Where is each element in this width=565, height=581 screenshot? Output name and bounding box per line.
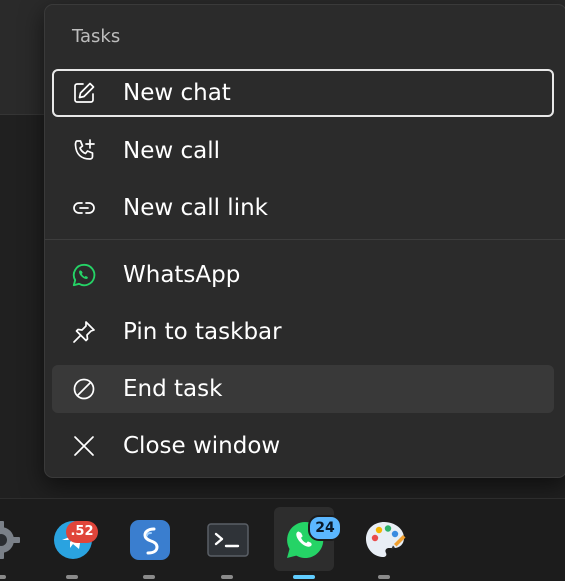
end-task-label: End task (123, 376, 223, 402)
new-call-item[interactable]: New call (52, 127, 554, 175)
running-indicator (66, 575, 78, 579)
whatsapp-label: WhatsApp (123, 262, 241, 288)
phone-plus-icon (71, 138, 97, 164)
taskbar-app-settings[interactable] (0, 507, 30, 579)
new-chat-item[interactable]: New chat (52, 69, 554, 117)
running-indicator (221, 575, 233, 579)
running-indicator (378, 575, 390, 579)
telegram-unread-badge: .52 (66, 521, 98, 543)
taskbar-app-telegram[interactable]: .52 (42, 507, 102, 579)
new-call-label: New call (123, 138, 220, 164)
terminal-icon (207, 519, 249, 561)
new-call-link-item[interactable]: New call link (52, 184, 554, 232)
active-indicator (293, 575, 315, 579)
taskbar-app-whatsapp[interactable]: 24 (274, 507, 342, 579)
taskbar: .52 24 (0, 498, 565, 581)
taskbar-app-paint[interactable] (354, 507, 414, 579)
whatsapp-unread-badge: 24 (308, 515, 342, 541)
end-task-icon (71, 376, 97, 402)
taskbar-app-terminal[interactable] (197, 507, 257, 579)
pin-to-taskbar-label: Pin to taskbar (123, 319, 282, 345)
new-call-link-label: New call link (123, 195, 268, 221)
palette-icon (364, 519, 406, 561)
taskbar-app-simplenote[interactable] (119, 507, 179, 579)
close-icon (71, 433, 97, 459)
compose-icon (71, 80, 97, 106)
settings-gear-icon (0, 519, 22, 561)
pin-to-taskbar-item[interactable]: Pin to taskbar (52, 308, 554, 356)
pin-icon (71, 319, 97, 345)
whatsapp-icon (71, 262, 97, 288)
new-chat-label: New chat (123, 80, 231, 106)
whatsapp-item[interactable]: WhatsApp (52, 251, 554, 299)
close-window-item[interactable]: Close window (52, 422, 554, 470)
end-task-item[interactable]: End task (52, 365, 554, 413)
running-indicator (0, 575, 6, 579)
link-icon (71, 195, 97, 221)
close-window-label: Close window (123, 433, 281, 459)
running-indicator (143, 575, 155, 579)
tasks-header: Tasks (72, 26, 121, 47)
taskbar-jump-list: Tasks New chat New call New call link Wh… (44, 4, 565, 478)
simplenote-icon (129, 519, 171, 561)
menu-divider (45, 239, 565, 240)
